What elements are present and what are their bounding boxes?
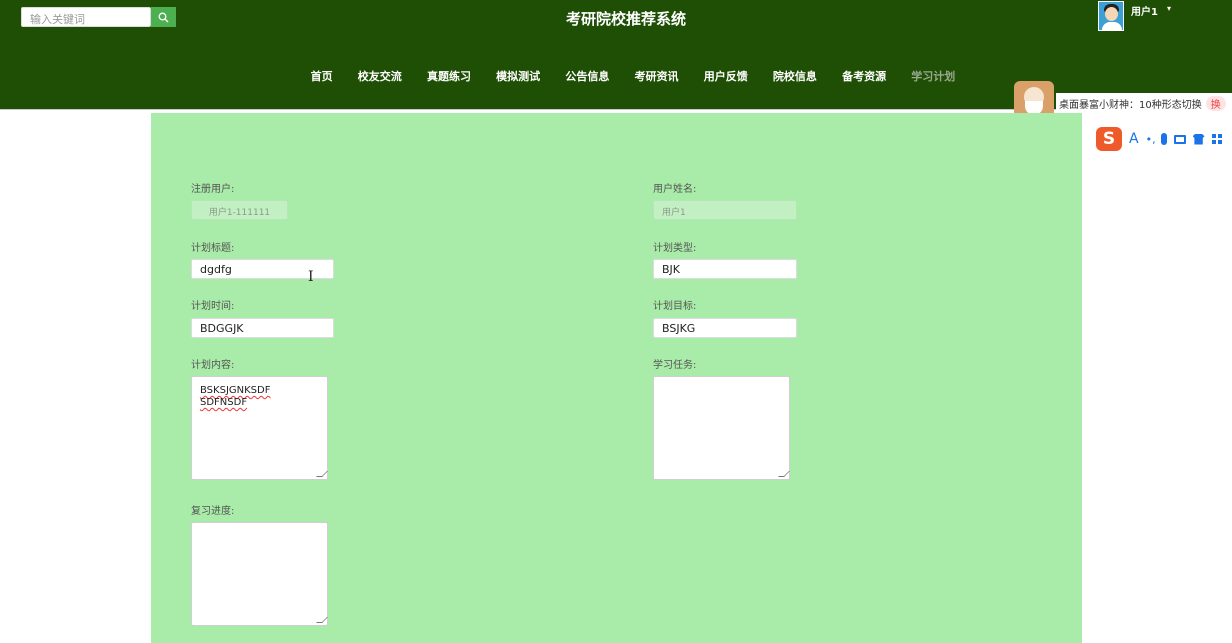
user-name[interactable]: 用户1 [1131,3,1158,18]
toolbox-icon[interactable] [1211,134,1222,144]
nav-item-past-exams[interactable]: 真题练习 [414,68,483,84]
user-menu[interactable]: 用户1 ▾ [1098,1,1171,31]
search-icon [158,12,169,22]
nav-item-alumni[interactable]: 校友交流 [345,68,414,84]
search-input[interactable]: 输入关键词 [21,7,151,27]
nav-item-mock-test[interactable]: 模拟测试 [484,68,553,84]
ime-mode-icon[interactable]: A [1129,131,1139,147]
plan-goal-input[interactable]: BSJKG [653,318,797,338]
review-progress-label: 复习进度: [191,506,235,517]
site-title: 考研院校推荐系统 [565,10,686,28]
skin-icon[interactable] [1192,133,1205,145]
avatar[interactable] [1098,1,1124,31]
nav-item-resources[interactable]: 备考资源 [830,68,899,84]
sogou-logo-icon[interactable]: S [1096,127,1122,151]
plan-goal-label: 计划目标: [653,301,697,312]
plan-time-input[interactable]: BDGGJK [191,318,334,338]
nav-item-feedback[interactable]: 用户反馈 [691,68,760,84]
nav-item-schools[interactable]: 院校信息 [760,68,829,84]
search-button[interactable] [151,7,176,27]
plan-content-label: 计划内容: [191,360,235,371]
nav-item-announcements[interactable]: 公告信息 [553,68,622,84]
plan-time-label: 计划时间: [191,301,235,312]
ime-toolbar: S A •, [1096,125,1232,153]
plan-content-textarea[interactable]: BSKSJGNKSDF SDFNSDF [191,376,328,480]
nav-item-home[interactable]: 首页 [298,68,345,84]
text-cursor-icon: I [308,269,314,285]
main-nav: 首页 校友交流 真题练习 模拟测试 公告信息 考研资讯 用户反馈 院校信息 备考… [298,68,968,84]
punctuation-icon[interactable]: •, [1146,133,1156,146]
study-task-textarea[interactable] [653,376,790,480]
keyboard-icon[interactable] [1173,134,1186,144]
nav-item-study-plan[interactable]: 学习计划 [899,68,968,84]
reg-user-field: 用户1-111111 [191,200,288,220]
promo-text: 桌面暴富小财神：10种形态切换 [1059,100,1202,111]
plan-type-input[interactable]: BJK [653,259,797,279]
user-name-field: 用户1 [653,200,797,220]
plan-content-line-1: BSKSJGNKSDF [200,385,271,396]
resize-grip-icon[interactable] [316,617,328,623]
chevron-down-icon[interactable]: ▾ [1167,4,1171,13]
nav-item-news[interactable]: 考研资讯 [622,68,691,84]
resize-grip-icon[interactable] [316,471,328,477]
study-task-label: 学习任务: [653,360,697,371]
plan-type-label: 计划类型: [653,243,697,254]
plan-title-label: 计划标题: [191,243,235,254]
microphone-icon[interactable] [1160,133,1167,145]
resize-grip-icon[interactable] [778,471,790,477]
promo-text-bar[interactable]: 桌面暴富小财神：10种形态切换换 [1056,93,1232,113]
promo-switch-badge[interactable]: 换 [1205,96,1226,111]
user-name-label: 用户姓名: [653,184,697,195]
reg-user-label: 注册用户: [191,184,235,195]
review-progress-textarea[interactable] [191,522,328,626]
plan-content-line-2: SDFNSDF [200,397,248,408]
